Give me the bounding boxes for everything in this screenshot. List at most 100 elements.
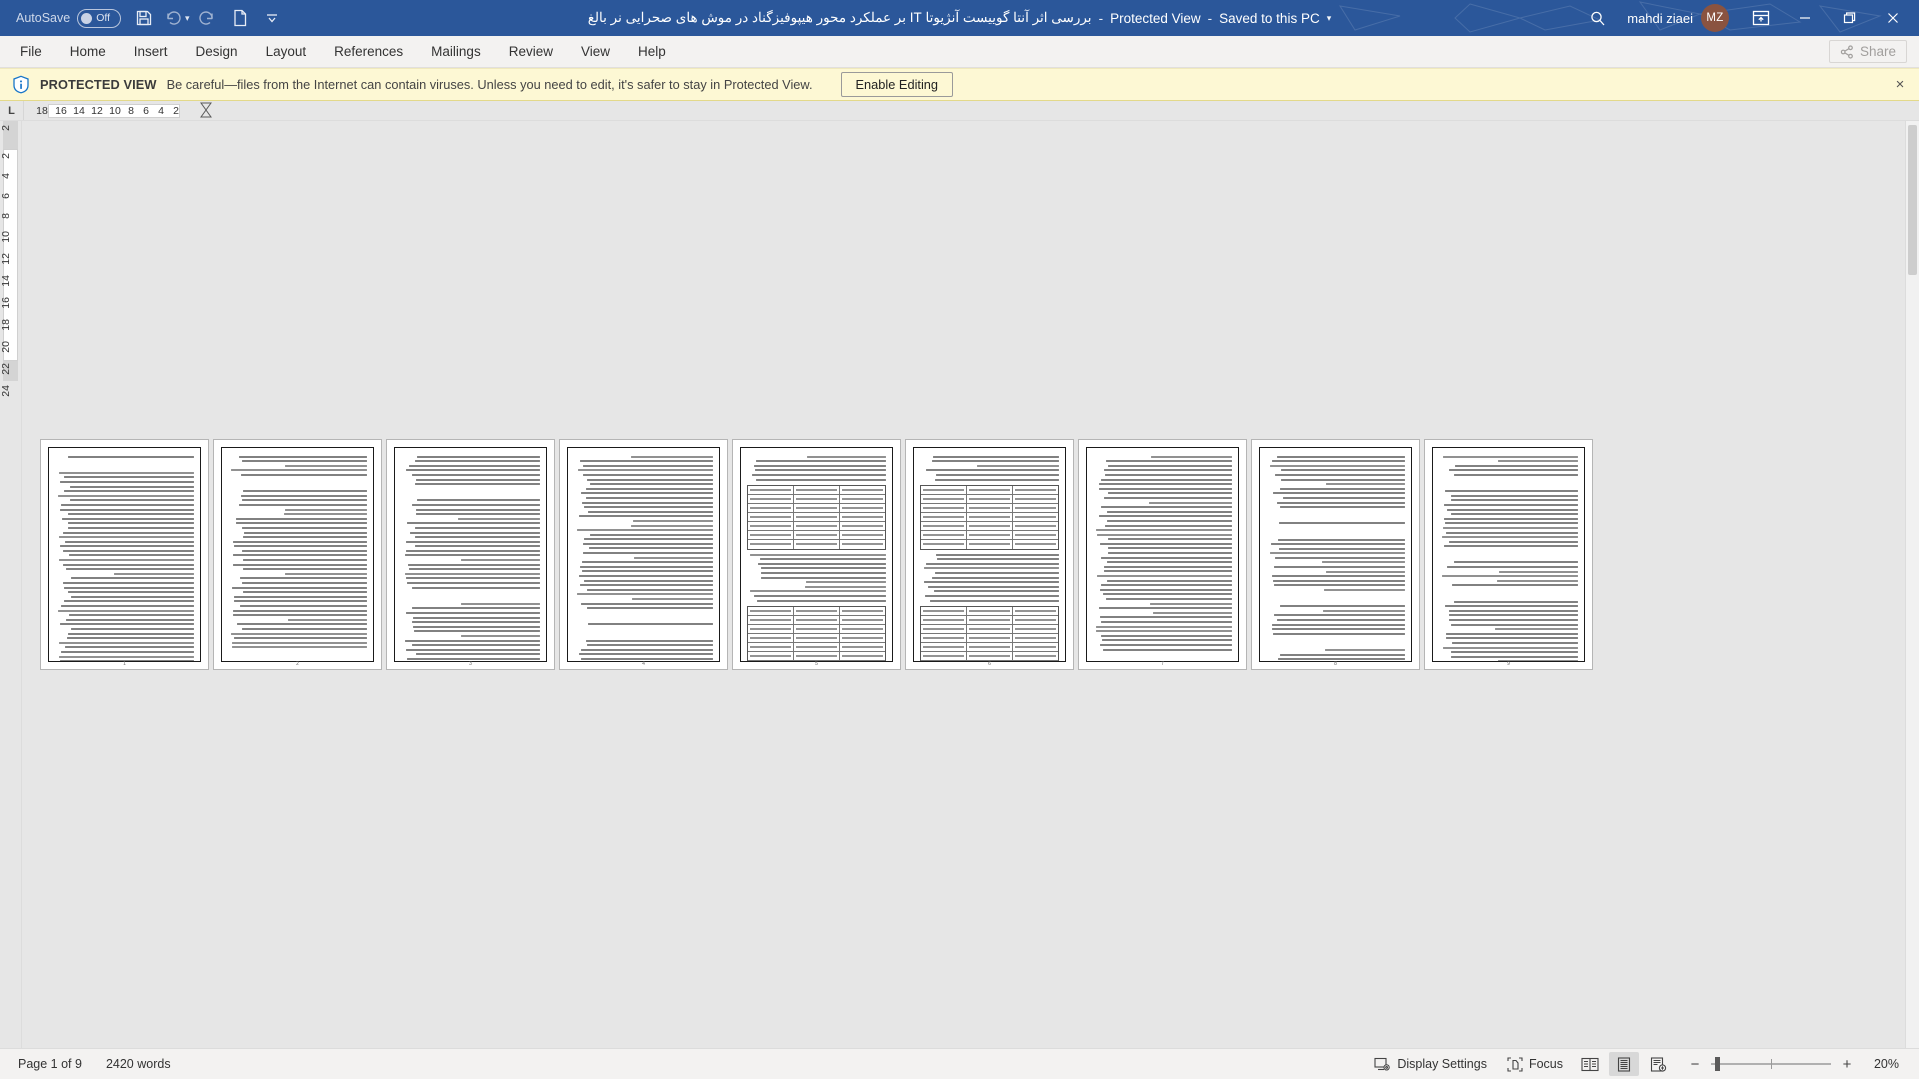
tab-view[interactable]: View bbox=[567, 36, 624, 68]
indent-marker-icon[interactable] bbox=[200, 102, 212, 120]
text-line bbox=[1272, 575, 1405, 578]
text-line bbox=[935, 478, 1059, 481]
customize-quick-access-toolbar-icon[interactable] bbox=[257, 4, 287, 32]
document-page[interactable]: 6 bbox=[905, 439, 1074, 670]
text-line bbox=[232, 609, 367, 612]
pages-canvas[interactable]: 1 2 3 4 5 6 7 8 9 bbox=[22, 121, 1905, 1048]
zoom-slider-handle[interactable] bbox=[1715, 1057, 1720, 1071]
text-line bbox=[632, 519, 713, 522]
autosave-toggle[interactable]: Off bbox=[77, 8, 122, 28]
document-page[interactable]: 9 bbox=[1424, 439, 1593, 670]
document-page[interactable]: 3 bbox=[386, 439, 555, 670]
save-icon[interactable] bbox=[129, 4, 159, 32]
vertical-scrollbar-thumb[interactable] bbox=[1908, 125, 1917, 275]
autosave-control[interactable]: AutoSave Off bbox=[10, 8, 127, 28]
text-line bbox=[1103, 593, 1232, 596]
page-status[interactable]: Page 1 of 9 bbox=[6, 1057, 94, 1071]
text-line bbox=[633, 556, 713, 559]
minimize-button[interactable] bbox=[1783, 0, 1827, 36]
table-cell bbox=[967, 485, 1013, 494]
text-line bbox=[583, 464, 713, 467]
page-table bbox=[920, 484, 1059, 550]
document-page[interactable]: 2 bbox=[213, 439, 382, 670]
vertical-ruler[interactable]: 2 2 4 6 8 10 12 14 16 18 20 22 24 bbox=[0, 121, 22, 1048]
zoom-in-button[interactable]: + bbox=[1839, 1056, 1855, 1073]
zoom-out-button[interactable]: − bbox=[1687, 1056, 1703, 1073]
tab-design[interactable]: Design bbox=[182, 36, 252, 68]
text-line bbox=[63, 490, 194, 493]
enable-editing-button[interactable]: Enable Editing bbox=[840, 72, 954, 97]
document-page[interactable]: 1 bbox=[40, 439, 209, 670]
tab-help[interactable]: Help bbox=[624, 36, 680, 68]
display-settings-button[interactable]: Display Settings bbox=[1366, 1053, 1495, 1076]
page-content bbox=[221, 447, 374, 662]
text-line bbox=[1271, 460, 1405, 463]
close-button[interactable] bbox=[1871, 0, 1915, 36]
text-line bbox=[231, 646, 367, 649]
title-chevron-down-icon[interactable]: ▾ bbox=[1327, 13, 1332, 24]
tab-review[interactable]: Review bbox=[495, 36, 567, 68]
text-line bbox=[1323, 609, 1405, 612]
tab-insert[interactable]: Insert bbox=[120, 36, 182, 68]
text-line bbox=[415, 508, 540, 511]
text-line bbox=[1442, 575, 1578, 578]
tab-layout[interactable]: Layout bbox=[252, 36, 321, 68]
table-row bbox=[748, 651, 885, 661]
vertical-scrollbar[interactable] bbox=[1905, 121, 1919, 1048]
user-name[interactable]: mahdi ziaei bbox=[1619, 11, 1701, 26]
focus-button[interactable]: Focus bbox=[1499, 1053, 1571, 1076]
text-line bbox=[71, 595, 194, 598]
tab-references[interactable]: References bbox=[320, 36, 417, 68]
ribbon-display-options-icon[interactable] bbox=[1739, 0, 1783, 36]
document-page[interactable]: 5 bbox=[732, 439, 901, 670]
page-table bbox=[747, 484, 886, 550]
close-icon[interactable]: × bbox=[1891, 76, 1909, 94]
horizontal-ruler-track[interactable]: 18 16 14 12 10 8 6 4 2 bbox=[34, 101, 212, 121]
word-count[interactable]: 2420 words bbox=[94, 1057, 183, 1071]
restore-button[interactable] bbox=[1827, 0, 1871, 36]
text-line bbox=[1452, 641, 1578, 644]
page-number: 7 bbox=[1161, 661, 1164, 667]
table-cell bbox=[1013, 504, 1058, 512]
text-line bbox=[63, 586, 194, 589]
undo-dropdown-icon[interactable]: ▾ bbox=[185, 13, 190, 24]
text-line bbox=[805, 585, 886, 588]
tab-file[interactable]: File bbox=[6, 36, 56, 68]
text-line bbox=[1451, 584, 1578, 587]
document-page[interactable]: 8 bbox=[1251, 439, 1420, 670]
text-line bbox=[926, 562, 1059, 565]
text-line bbox=[411, 621, 540, 624]
table-cell bbox=[794, 642, 840, 651]
table-cell bbox=[967, 494, 1013, 503]
document-page[interactable]: 4 bbox=[559, 439, 728, 670]
tab-mailings[interactable]: Mailings bbox=[417, 36, 495, 68]
ruler-mark-2: 2 bbox=[173, 105, 179, 117]
table-cell bbox=[748, 624, 794, 633]
zoom-slider[interactable] bbox=[1711, 1057, 1831, 1071]
view-read-mode-button[interactable] bbox=[1575, 1052, 1605, 1076]
view-web-layout-button[interactable] bbox=[1643, 1052, 1673, 1076]
text-line bbox=[59, 641, 194, 644]
search-icon[interactable] bbox=[1575, 0, 1619, 36]
page-content bbox=[913, 447, 1066, 662]
undo-icon[interactable]: ▾ bbox=[161, 4, 191, 32]
text-line bbox=[1448, 614, 1578, 617]
tab-stop-selector[interactable]: L bbox=[0, 101, 24, 120]
share-button[interactable]: Share bbox=[1828, 40, 1907, 63]
text-line bbox=[1273, 492, 1405, 495]
text-line bbox=[231, 469, 367, 472]
redo-icon[interactable] bbox=[193, 4, 223, 32]
tab-home[interactable]: Home bbox=[56, 36, 120, 68]
avatar[interactable]: MZ bbox=[1701, 4, 1729, 32]
zoom-level[interactable]: 20% bbox=[1863, 1057, 1905, 1071]
view-print-layout-button[interactable] bbox=[1609, 1052, 1639, 1076]
text-line bbox=[1269, 464, 1405, 467]
new-document-icon[interactable] bbox=[225, 4, 255, 32]
focus-label: Focus bbox=[1528, 1057, 1563, 1071]
zoom-control[interactable]: − + 20% bbox=[1677, 1056, 1905, 1073]
document-page[interactable]: 7 bbox=[1078, 439, 1247, 670]
table-cell bbox=[1013, 531, 1058, 539]
horizontal-ruler[interactable]: L 18 16 14 12 10 8 6 4 2 bbox=[0, 101, 1919, 121]
